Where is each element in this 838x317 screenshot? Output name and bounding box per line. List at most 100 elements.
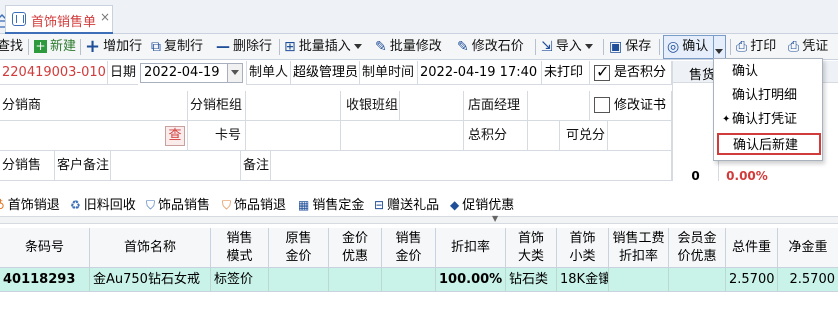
- batch-edit-button[interactable]: ✎ 批量修改: [375, 36, 442, 58]
- table-row[interactable]: 40118293 金Au750钻石女戒 标签价 100.00% 钻石类 18K金…: [0, 268, 838, 292]
- save-icon: ▣: [609, 38, 623, 55]
- cell-category[interactable]: 钻石类: [506, 268, 557, 292]
- confirm-split-button[interactable]: ◎ 确认: [663, 35, 726, 59]
- panel-splitter[interactable]: ▼: [0, 214, 838, 224]
- check-circle-icon: ◎: [667, 38, 680, 55]
- card-field[interactable]: [246, 121, 341, 151]
- col-sale-mode[interactable]: 销售 模式: [211, 228, 269, 268]
- note-field[interactable]: [271, 151, 672, 181]
- cell-sale-price[interactable]: [382, 268, 436, 292]
- cell-barcode[interactable]: 40118293: [0, 268, 90, 292]
- col-member-discount[interactable]: 会员金 价优惠: [669, 228, 726, 268]
- tab-sales-deposit[interactable]: ▦ 销售定金: [298, 194, 364, 216]
- printer-icon: ⎙: [788, 38, 800, 55]
- tab-gifts[interactable]: ⊟ 赠送礼品: [374, 194, 439, 216]
- cell-name[interactable]: 金Au750钻石女戒: [90, 268, 211, 292]
- points-checkbox[interactable]: [594, 62, 610, 81]
- minus-icon: —: [216, 38, 230, 55]
- menu-item-confirm[interactable]: 确认: [714, 61, 822, 83]
- table-header: 条码号 首饰名称 销售 模式 原售 金价 金价 优惠 销售 金价 折扣率 首饰 大类 首饰…: [0, 228, 838, 268]
- date-picker[interactable]: 2022-04-19: [140, 63, 243, 83]
- shield-icon: ⛉: [222, 198, 232, 212]
- tab-promotions[interactable]: ◆ 促销优惠: [450, 194, 514, 216]
- cell-subcategory[interactable]: 18K金镶: [557, 268, 609, 292]
- customer-note-field[interactable]: [111, 151, 241, 181]
- col-subcategory[interactable]: 首饰 小类: [557, 228, 609, 268]
- tab-strip: 首饰销售单 ×: [0, 0, 838, 34]
- tab-accessory-return[interactable]: ⛉ 饰品销退: [222, 194, 286, 216]
- copy-row-button[interactable]: ⧉ 复制行: [151, 36, 203, 58]
- menu-item-confirm-print-detail[interactable]: 确认打明细: [714, 85, 822, 107]
- query-button[interactable]: 查: [165, 126, 185, 146]
- menu-item-confirm-print-voucher[interactable]: ✦ 确认打凭证: [714, 109, 822, 131]
- pencil-icon: ✎: [375, 38, 387, 55]
- dist-counter-field[interactable]: [246, 91, 341, 121]
- cell-gold-discount[interactable]: [329, 268, 382, 292]
- shield-icon: ⛉: [146, 198, 156, 212]
- insert-icon: ⊞: [284, 38, 296, 55]
- new-button[interactable]: + 新建: [34, 36, 76, 58]
- cell-total-weight[interactable]: 2.5700: [726, 268, 778, 292]
- sub-tab-bar: ♁ 首饰销退 ♻ 旧料回收 ⛉ 饰品销售 ⛉ 饰品销退 ▦ 销售定金 ⊟ 赠送礼品 ◆ 促销优…: [0, 194, 838, 216]
- print-button[interactable]: ⎙ 打印: [736, 36, 776, 58]
- cell-labor-discount[interactable]: [609, 268, 669, 292]
- col-name[interactable]: 首饰名称: [90, 228, 211, 268]
- menu-item-confirm-then-new[interactable]: 确认后新建: [717, 133, 821, 155]
- delete-row-button[interactable]: — 删除行: [216, 36, 272, 58]
- divider: [80, 39, 81, 55]
- cell-member-discount[interactable]: [669, 268, 726, 292]
- confirm-dropdown-toggle[interactable]: [715, 44, 723, 58]
- col-orig-price[interactable]: 原售 金价: [269, 228, 329, 268]
- tab-old-material-recycle[interactable]: ♻ 旧料回收: [70, 194, 136, 216]
- edit-stone-price-button[interactable]: ✎ 修改石价: [457, 36, 524, 58]
- summary-header-label: 售货: [689, 68, 716, 83]
- col-barcode[interactable]: 条码号: [0, 228, 90, 268]
- save-button[interactable]: ▣ 保存: [609, 36, 651, 58]
- import-button[interactable]: ⇲ 导入: [541, 36, 593, 58]
- divider: [603, 39, 604, 55]
- redeemable-label: 可兑分: [560, 121, 608, 151]
- summary-pct: 0.00%: [726, 169, 768, 183]
- add-row-button[interactable]: + 增加行: [85, 36, 142, 58]
- confirm-button[interactable]: ◎ 确认: [667, 36, 708, 58]
- tab-label: 首饰销售单: [31, 15, 97, 30]
- distributor-label: 分销商: [0, 91, 188, 121]
- cell-net-weight[interactable]: 2.5700: [778, 268, 838, 292]
- col-sale-price[interactable]: 销售 金价: [382, 228, 436, 268]
- col-gold-discount[interactable]: 金价 优惠: [329, 228, 382, 268]
- col-net-weight[interactable]: 净金重: [778, 228, 838, 268]
- cell-discount-rate[interactable]: 100.00%: [436, 268, 506, 292]
- maker-value: 超级管理员: [291, 61, 360, 85]
- date-value: 2022-04-19: [144, 65, 220, 80]
- tab-jewelry-sales[interactable]: 首饰销售单 ×: [5, 5, 113, 34]
- card-field-ext[interactable]: [341, 121, 464, 151]
- cashier-group-label: 收银班组: [341, 91, 400, 121]
- tab-accessory-sales[interactable]: ⛉ 饰品销售: [146, 194, 210, 216]
- chevron-down-icon[interactable]: [227, 64, 242, 82]
- tab-jewelry-return[interactable]: ♁ 首饰销退: [0, 194, 60, 216]
- store-manager-field[interactable]: [528, 91, 590, 121]
- cell-orig-price[interactable]: [269, 268, 329, 292]
- cashier-group-field[interactable]: [400, 91, 464, 121]
- plus-icon: +: [34, 39, 47, 53]
- plus-icon: +: [85, 35, 101, 57]
- return-icon: ♁: [0, 198, 5, 212]
- edit-cert-checkbox[interactable]: [594, 97, 610, 113]
- find-button[interactable]: 查找: [0, 36, 23, 58]
- col-category[interactable]: 首饰 大类: [506, 228, 557, 268]
- col-labor-discount[interactable]: 销售工费 折扣率: [609, 228, 669, 268]
- document-icon: [12, 12, 26, 26]
- make-time-label: 制单时间: [360, 61, 418, 85]
- toolbar: 查找 + 新建 + 增加行 ⧉ 复制行 — 删除行 ⊞ 批量插入 ✎ 批量修改 ✎ 修改石价 …: [0, 34, 838, 60]
- cell-sale-mode[interactable]: 标签价: [211, 268, 269, 292]
- col-discount-rate[interactable]: 折扣率: [436, 228, 506, 268]
- close-icon[interactable]: ×: [100, 10, 110, 24]
- voucher-button[interactable]: ⎙ 凭证: [788, 36, 828, 58]
- edit-cert-label: 修改证书: [614, 98, 667, 113]
- divider: [535, 39, 536, 55]
- divider: [28, 39, 29, 55]
- tag-icon: ◆: [450, 198, 460, 212]
- batch-insert-button[interactable]: ⊞ 批量插入: [284, 36, 362, 58]
- col-total-weight[interactable]: 总件重: [726, 228, 778, 268]
- customer-field[interactable]: [0, 121, 188, 151]
